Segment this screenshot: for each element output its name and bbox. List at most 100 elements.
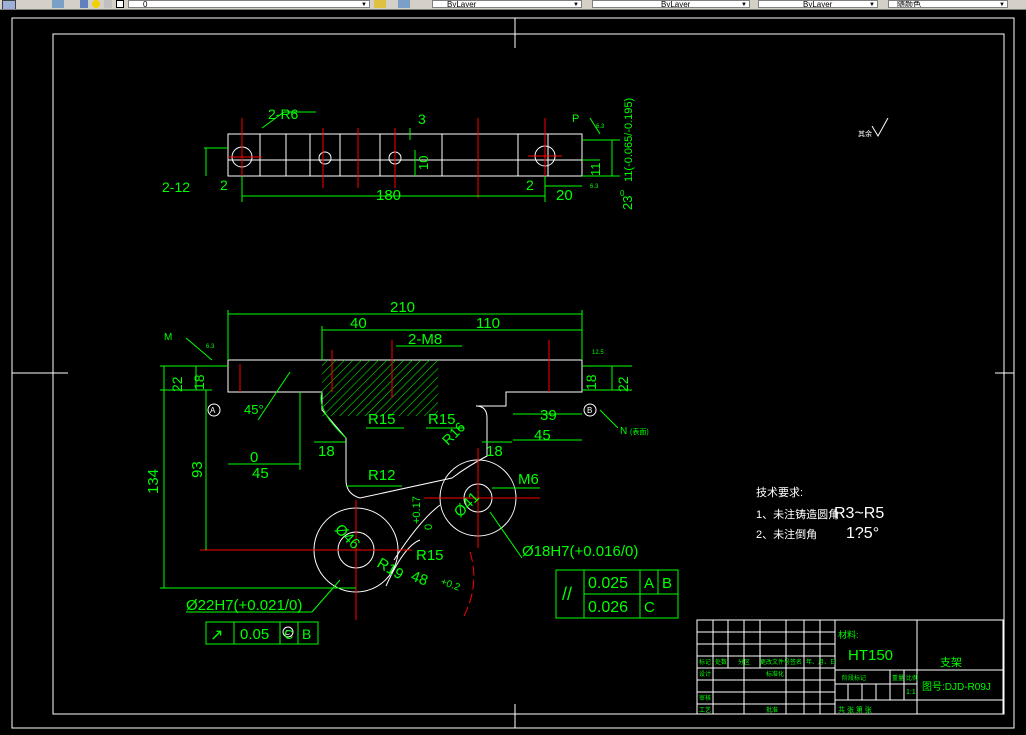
top-label-3: 3 xyxy=(418,111,426,127)
tb-drawing-no: 图号:DJD-R09J xyxy=(922,681,991,693)
top-label-180: 180 xyxy=(376,187,401,204)
front-label-110: 110 xyxy=(476,315,500,332)
fcf-parallel-symbol: // xyxy=(562,584,572,604)
fcf-row1-ref1: A xyxy=(644,575,654,592)
tb-part-name: 支架 xyxy=(940,656,962,669)
fcf-runout-ref2: B xyxy=(302,626,311,642)
front-label-40: 40 xyxy=(350,315,367,332)
front-label-45b: 45 xyxy=(252,465,269,482)
tb-hdr-sign: 签名 xyxy=(790,658,802,666)
fcf-runout-symbol: ↗ xyxy=(210,627,223,644)
front-label-48: 48 xyxy=(409,568,430,590)
layer-dropdown[interactable]: 0 ▼ xyxy=(128,0,370,8)
layer-on-icon[interactable] xyxy=(80,0,88,8)
properties-toolbar: 0 ▼ ByLayer ▼ ByLayer ▼ ByLayer ▼ 随颜色 ▼ xyxy=(0,0,1026,10)
notes-line1-prefix: 1、未注铸造圆角 xyxy=(756,507,839,521)
front-label-d18: Ø18H7(+0.016/0) xyxy=(522,543,638,560)
chevron-down-icon: ▼ xyxy=(741,2,747,8)
color-dropdown[interactable]: ByLayer ▼ xyxy=(432,0,582,8)
top-rough-a: 6.3 xyxy=(596,124,605,130)
fcf-runout-value: 0.05 xyxy=(240,626,269,643)
layer-states-icon[interactable] xyxy=(52,0,64,8)
fcf-row2-ref: C xyxy=(644,599,655,616)
tb-scale-value: 1:1 xyxy=(906,689,916,696)
layer-color-icon[interactable] xyxy=(116,0,124,8)
front-label-48tol: +0.2 xyxy=(439,576,462,593)
tb-design: 设计 xyxy=(699,670,711,678)
top-label-2-12: 2-12 xyxy=(162,179,190,195)
lineweight-dropdown[interactable]: ByLayer ▼ xyxy=(758,0,878,8)
tb-check: 审核 xyxy=(699,694,711,702)
front-label-m6: M6 xyxy=(518,471,539,488)
top-label-2r6: 2-R6 xyxy=(268,106,299,122)
front-label-n-note: (表面) xyxy=(630,427,649,436)
lineweight-dropdown-value: ByLayer xyxy=(803,0,833,8)
front-label-22a: 22 xyxy=(169,376,185,392)
layer-manager-icon[interactable] xyxy=(2,0,16,9)
tb-process: 工艺 xyxy=(699,706,711,714)
fcf-row2-value: 0.026 xyxy=(588,599,628,616)
tb-standard: 标准化 xyxy=(766,670,784,678)
tb-hdr-count: 处数 xyxy=(715,658,727,666)
front-label-18d: 18 xyxy=(486,443,503,460)
front-label-017: +0.17 xyxy=(411,496,423,524)
tb-approve: 批准 xyxy=(766,706,778,714)
front-label-n: N xyxy=(620,426,627,437)
roughness-other-label: 其余 xyxy=(858,129,872,138)
chevron-down-icon: ▼ xyxy=(573,2,579,8)
chevron-down-icon: ▼ xyxy=(361,2,367,8)
front-label-02: 0 xyxy=(423,524,435,530)
front-label-45a: 45 xyxy=(534,427,551,444)
notes-title: 技术要求: xyxy=(756,486,803,499)
color-dropdown-value: ByLayer xyxy=(447,0,477,8)
layer-freeze-icon[interactable] xyxy=(92,0,100,8)
notes-line2-value: 1?5° xyxy=(846,525,879,542)
front-label-22b: 22 xyxy=(615,376,631,392)
make-current-icon[interactable] xyxy=(374,0,386,8)
top-label-11: 11 xyxy=(588,163,603,177)
layer-lock-icon[interactable] xyxy=(104,0,112,8)
front-label-r12: R12 xyxy=(368,467,396,484)
front-label-18b: 18 xyxy=(583,374,599,390)
tb-weight: 重量 xyxy=(892,674,904,682)
top-label-10: 10 xyxy=(416,156,431,170)
front-label-134: 134 xyxy=(145,469,162,494)
front-label-39: 39 xyxy=(540,407,557,424)
top-label-p: P xyxy=(572,113,579,125)
tb-stage-mark: 阶段标记 xyxy=(842,674,866,682)
chevron-down-icon: ▼ xyxy=(999,2,1005,8)
top-view: 2-R6 3 10 P 6.3 11(-0.065/-0.195) 23 11 … xyxy=(162,98,635,210)
fcf-row1-value: 0.025 xyxy=(588,575,628,592)
top-rough-b: 6.3 xyxy=(590,184,599,190)
tb-sheets: 共 张 第 张 xyxy=(838,705,872,714)
top-label-20: 20 xyxy=(556,187,573,204)
fcf-row1-ref2: B xyxy=(662,575,672,592)
center-marks xyxy=(12,18,1014,728)
fcf-runout-ref1: C xyxy=(284,627,293,642)
tb-hdr-doc: 更改文件号 xyxy=(760,658,790,666)
front-label-45deg: 45° xyxy=(244,402,264,417)
technical-requirements: 技术要求: 1、未注铸造圆角 R3~R5 2、未注倒角 1?5° xyxy=(756,486,884,542)
linetype-dropdown[interactable]: ByLayer ▼ xyxy=(592,0,750,8)
front-rough-c: 6.3 xyxy=(206,344,215,350)
top-label-0: 0 xyxy=(620,189,625,198)
linetype-dropdown-value: ByLayer xyxy=(661,0,691,8)
drawing-canvas[interactable]: 2-R6 3 10 P 6.3 11(-0.065/-0.195) 23 11 … xyxy=(0,10,1026,735)
tb-material-value: HT150 xyxy=(848,647,893,664)
notes-line1-value: R3~R5 xyxy=(834,505,884,522)
front-label-d46: Ø46 xyxy=(331,521,363,553)
plotstyle-dropdown[interactable]: 随颜色 ▼ xyxy=(888,0,1008,8)
front-label-r15c: R15 xyxy=(416,547,444,564)
tb-material-label: 材料: xyxy=(838,629,859,640)
front-label-2m8: 2-M8 xyxy=(408,331,442,348)
tb-hdr-zone: 分区 xyxy=(738,658,750,666)
front-label-d22: Ø22H7(+0.021/0) xyxy=(186,597,302,614)
fcf-parallelism: // 0.025 A B 0.026 C xyxy=(555,569,679,619)
tb-hdr-date: 年、月、日 xyxy=(806,658,836,666)
outer-frame xyxy=(11,17,1015,729)
front-rough-d: 12.5 xyxy=(592,350,604,356)
chevron-down-icon: ▼ xyxy=(869,2,875,8)
layer-previous-icon[interactable] xyxy=(398,0,410,8)
front-label-93: 93 xyxy=(189,461,206,478)
front-label-18a: 18 xyxy=(191,374,207,390)
